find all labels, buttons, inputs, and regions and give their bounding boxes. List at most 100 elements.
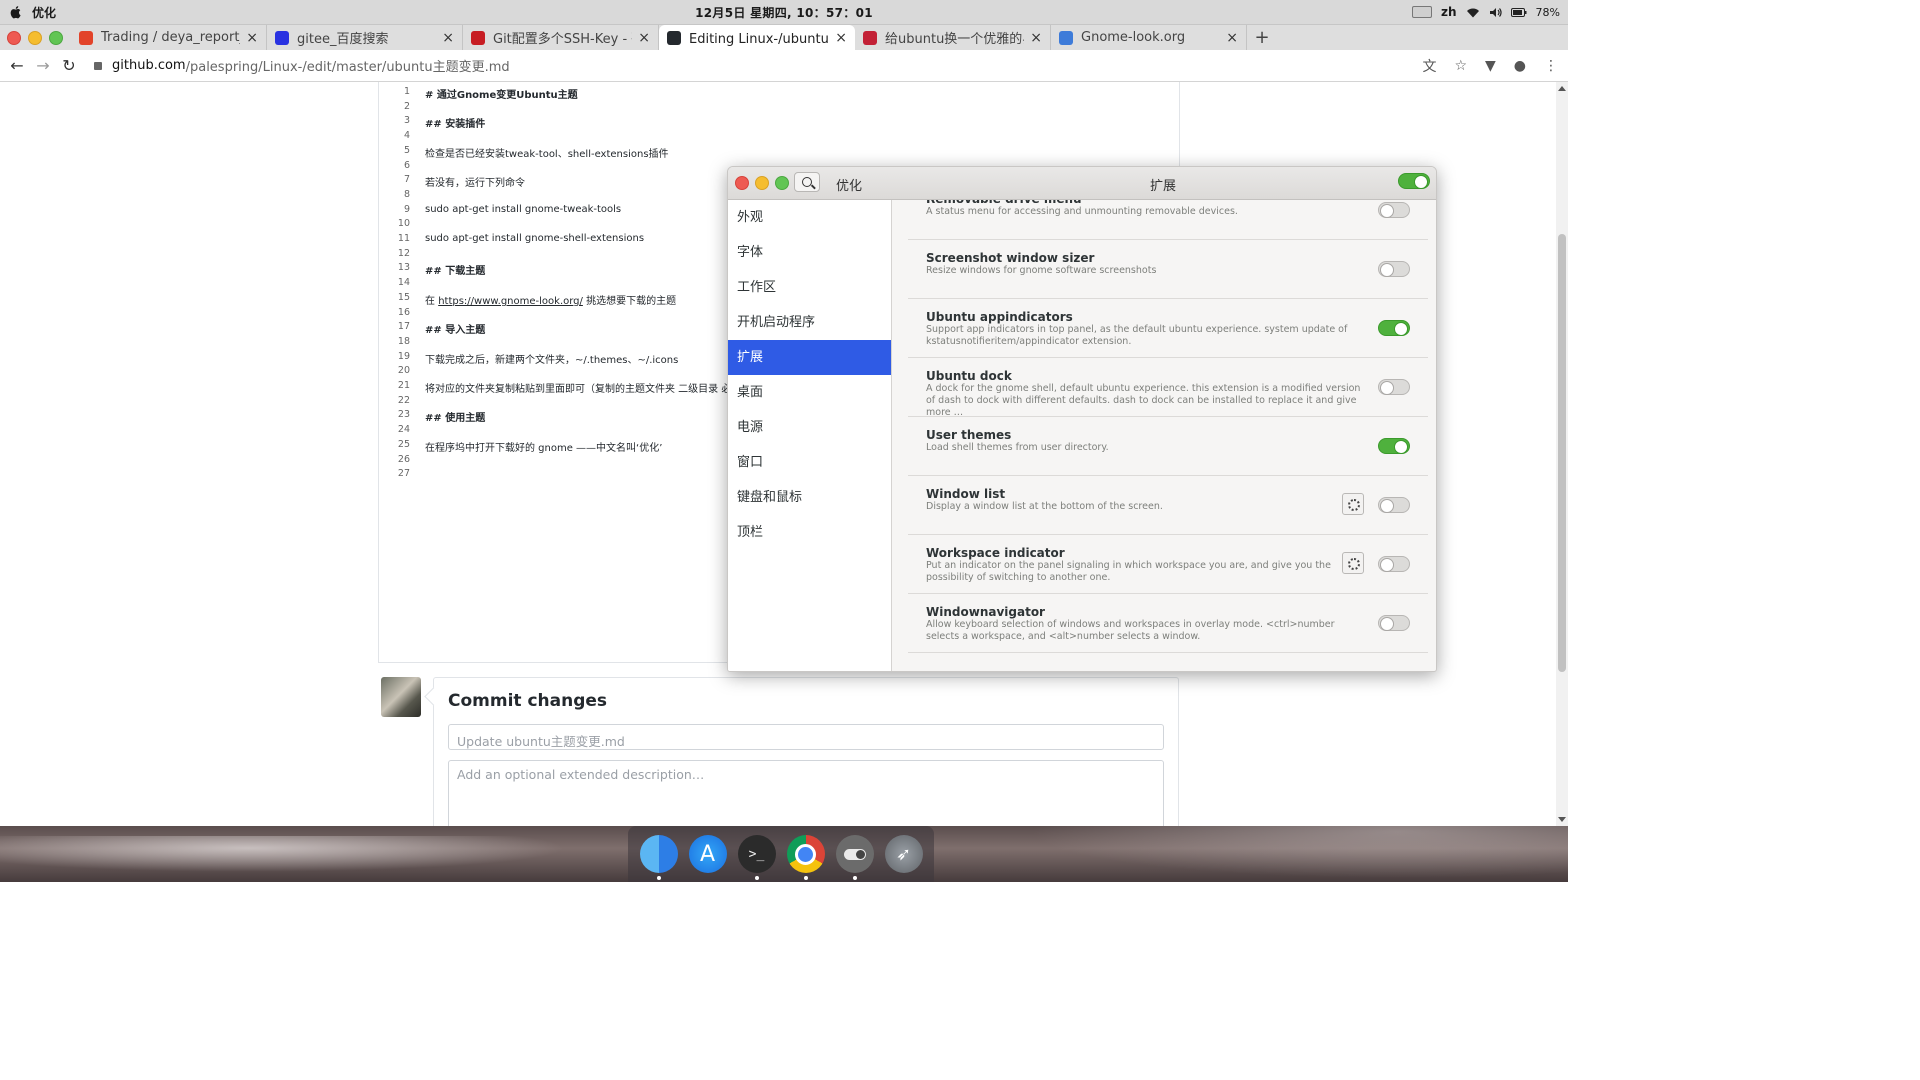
extension-toggle[interactable] [1378, 497, 1410, 513]
sidebar-item[interactable]: 外观 [728, 200, 891, 235]
sidebar-item[interactable]: 扩展 [728, 340, 891, 375]
commit-summary-input[interactable]: Update ubuntu主题变更.md [448, 724, 1164, 750]
editor-line[interactable]: 22 [379, 395, 425, 410]
browser-tab[interactable]: Git配置多个SSH-Key - 码云 × [463, 25, 659, 50]
editor-line[interactable]: 24 [379, 424, 425, 439]
page-scrollbar[interactable] [1556, 82, 1568, 826]
keyboard-icon[interactable] [1412, 6, 1433, 18]
battery-icon[interactable] [1510, 7, 1527, 17]
reload-button[interactable]: ↻ [56, 56, 82, 75]
search-button[interactable] [794, 172, 820, 192]
app-store-icon[interactable]: A [688, 835, 727, 873]
close-tab-icon[interactable]: × [1030, 30, 1042, 46]
editor-line[interactable]: 21 将对应的文件夹复制粘贴到里面即可（复制的主题文件夹 二级目录 必须 [379, 380, 741, 395]
finder-icon[interactable] [639, 835, 678, 880]
input-language[interactable]: zh [1441, 5, 1457, 19]
editor-line[interactable]: 11 sudo apt-get install gnome-shell-exte… [379, 233, 644, 248]
bookmark-star-icon[interactable]: ☆ [1454, 58, 1467, 74]
sidebar-item[interactable]: 开机启动程序 [728, 305, 891, 340]
editor-line[interactable]: 23 ## 使用主题 [379, 409, 485, 424]
browser-tab[interactable]: Trading / deya_report_ui × [71, 25, 267, 50]
editor-line[interactable]: 18 [379, 336, 425, 351]
wifi-icon[interactable] [1466, 7, 1480, 18]
back-button[interactable]: ← [4, 56, 30, 75]
extension-toggle[interactable] [1378, 615, 1410, 631]
editor-line[interactable]: 6 [379, 160, 425, 175]
translate-icon[interactable]: 文 [1422, 56, 1436, 76]
editor-line[interactable]: 26 [379, 454, 425, 469]
sidebar-item[interactable]: 电源 [728, 410, 891, 445]
sidebar-item[interactable]: 工作区 [728, 270, 891, 305]
editor-line[interactable]: 3 ## 安装插件 [379, 115, 485, 130]
close-window-button[interactable] [7, 30, 21, 45]
editor-line[interactable]: 27 [379, 468, 425, 483]
new-tab-button[interactable]: + [1247, 25, 1277, 50]
editor-line[interactable]: 20 [379, 365, 425, 380]
editor-line[interactable]: 17 ## 导入主题 [379, 321, 485, 336]
volume-icon[interactable] [1489, 7, 1502, 18]
editor-line[interactable]: 15 在 https://www.gnome-look.org/ 挑选想要下载的主… [379, 292, 676, 307]
sidebar-item[interactable]: 桌面 [728, 375, 891, 410]
close-tab-icon[interactable]: × [835, 30, 847, 46]
extension-toggle[interactable] [1378, 556, 1410, 572]
editor-line[interactable]: 19 下载完成之后，新建两个文件夹，~/.themes、~/.icons [379, 351, 678, 366]
sidebar-item[interactable]: 字体 [728, 235, 891, 270]
close-tab-icon[interactable]: × [442, 30, 454, 46]
sidebar-item[interactable]: 窗口 [728, 445, 891, 480]
address-bar[interactable]: github.com/palespring/Linux-/edit/master… [94, 56, 510, 75]
tweaks-close-button[interactable] [735, 176, 749, 190]
editor-line[interactable]: 9 sudo apt-get install gnome-tweak-tools [379, 204, 621, 219]
editor-line[interactable]: 12 [379, 248, 425, 263]
browser-tab[interactable]: Gnome-look.org × [1051, 25, 1247, 50]
profile-icon[interactable]: ● [1514, 58, 1526, 74]
editor-line[interactable]: 5 检查是否已经安装tweak-tool、shell-extensions插件 [379, 145, 669, 160]
extensions-master-switch[interactable] [1398, 173, 1430, 189]
apple-icon[interactable] [9, 5, 23, 19]
close-tab-icon[interactable]: × [1226, 30, 1238, 46]
extension-toggle[interactable] [1378, 320, 1410, 336]
extension-settings-button[interactable] [1342, 552, 1364, 574]
browser-tab[interactable]: Editing Linux-/ubuntu主题变更 × [659, 25, 855, 50]
browser-tab[interactable]: 给ubuntu换一个优雅的界面 × [855, 25, 1051, 50]
extension-toggle[interactable] [1378, 261, 1410, 277]
extension-icon[interactable]: ▼ [1485, 58, 1496, 74]
editor-line[interactable]: 10 [379, 218, 425, 233]
launchpad-icon[interactable]: ➶ [884, 835, 923, 873]
scroll-down-icon[interactable] [1558, 817, 1566, 822]
close-tab-icon[interactable]: × [638, 30, 650, 46]
editor-line[interactable]: 14 [379, 277, 425, 292]
sidebar-item[interactable]: 顶栏 [728, 515, 891, 550]
extension-toggle[interactable] [1378, 438, 1410, 454]
sidebar-item[interactable]: 键盘和鼠标 [728, 480, 891, 515]
extension-toggle[interactable] [1378, 202, 1410, 218]
browser-tab[interactable]: gitee_百度搜索 × [267, 25, 463, 50]
editor-line[interactable]: 2 [379, 101, 425, 116]
minimize-window-button[interactable] [28, 30, 42, 45]
chrome-icon[interactable] [786, 835, 825, 880]
editor-line[interactable]: 4 [379, 130, 425, 145]
commit-description-input[interactable]: Add an optional extended description… [448, 760, 1164, 826]
extension-settings-button[interactable] [1342, 493, 1364, 515]
forward-button[interactable]: → [30, 56, 56, 75]
tweaks-maximize-button[interactable] [775, 176, 789, 190]
tweaks-icon[interactable] [835, 835, 874, 880]
active-app-name[interactable]: 优化 [32, 4, 56, 21]
tweaks-minimize-button[interactable] [755, 176, 769, 190]
terminal-icon[interactable]: >_ [737, 835, 776, 880]
editor-line[interactable]: 8 [379, 189, 425, 204]
extension-toggle[interactable] [1378, 379, 1410, 395]
maximize-window-button[interactable] [49, 30, 63, 45]
editor-line[interactable]: 1 # 通过Gnome变更Ubuntu主题 [379, 86, 578, 101]
menu-icon[interactable]: ⋮ [1544, 58, 1558, 74]
line-number: 16 [397, 306, 410, 318]
editor-line[interactable]: 13 ## 下载主题 [379, 262, 485, 277]
editor-line[interactable]: 25 在程序坞中打开下载好的 gnome ——中文名叫‘优化’ [379, 439, 663, 454]
close-tab-icon[interactable]: × [246, 30, 258, 46]
avatar[interactable] [381, 677, 421, 717]
scrollbar-thumb[interactable] [1558, 234, 1566, 672]
scroll-up-icon[interactable] [1558, 86, 1566, 91]
editor-line[interactable]: 7 若没有，运行下列命令 [379, 174, 525, 189]
clock[interactable]: 12月5日 星期四, 10：57：01 [0, 4, 1568, 21]
editor-line[interactable]: 16 [379, 307, 425, 322]
link[interactable]: https://www.gnome-look.org/ [438, 296, 583, 307]
